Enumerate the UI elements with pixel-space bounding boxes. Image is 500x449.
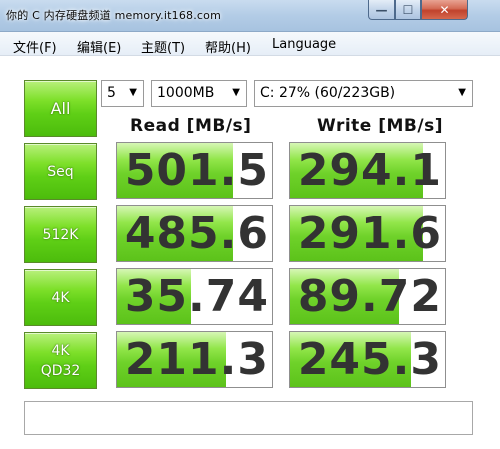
title-bar: 你的 C 内存硬盘频道 memory.it168.com — ☐ ✕: [0, 0, 500, 32]
drive-select[interactable]: C: 27% (60/223GB) ▼: [254, 80, 473, 107]
maximize-button[interactable]: ☐: [395, 0, 421, 20]
4k-read-cell: 35.74: [116, 268, 273, 325]
minimize-icon: —: [375, 2, 388, 17]
512k-read-cell: 485.6: [116, 205, 273, 262]
menu-file[interactable]: 文件(F): [13, 37, 57, 56]
4k-button-label: 4K: [51, 289, 70, 306]
all-button-label: All: [50, 98, 71, 118]
drive-value: C: 27% (60/223GB): [260, 85, 396, 101]
4k-write-cell: 89.72: [289, 268, 446, 325]
512k-write-cell: 291.6: [289, 205, 446, 262]
close-icon: ✕: [439, 2, 450, 17]
minimize-button[interactable]: —: [368, 0, 395, 20]
count-select[interactable]: 5 ▼: [101, 80, 144, 107]
4k-qd32-read-value: 211.3: [124, 334, 269, 385]
menu-help[interactable]: 帮助(H): [205, 37, 251, 56]
comment-field[interactable]: [24, 401, 473, 435]
seq-button[interactable]: Seq: [24, 143, 97, 200]
menu-bar: 文件(F) 编辑(E) 主题(T) 帮助(H) Language: [0, 32, 500, 56]
window-title: 你的 C 内存硬盘频道 memory.it168.com: [6, 9, 222, 22]
chevron-down-icon: ▼: [458, 87, 466, 98]
seq-write-cell: 294.1: [289, 142, 446, 199]
all-button[interactable]: All: [24, 80, 97, 137]
count-value: 5: [107, 85, 116, 101]
menu-language[interactable]: Language: [272, 37, 336, 52]
512k-button[interactable]: 512K: [24, 206, 97, 263]
chevron-down-icon: ▼: [129, 87, 137, 98]
seq-write-value: 294.1: [297, 145, 442, 196]
4k-qd32-write-cell: 245.3: [289, 331, 446, 388]
512k-write-value: 291.6: [297, 208, 442, 259]
maximize-icon: ☐: [402, 2, 414, 17]
write-header: Write [MB/s]: [317, 116, 443, 136]
4k-qd32-button[interactable]: 4K QD32: [24, 332, 97, 389]
4k-button[interactable]: 4K: [24, 269, 97, 326]
4k-read-value: 35.74: [124, 271, 269, 322]
menu-theme[interactable]: 主题(T): [141, 37, 185, 56]
4k-write-value: 89.72: [297, 271, 442, 322]
seq-read-cell: 501.5: [116, 142, 273, 199]
seq-button-label: Seq: [47, 163, 74, 180]
512k-read-value: 485.6: [124, 208, 269, 259]
4k-qd32-button-label: 4K QD32: [40, 342, 81, 379]
read-header: Read [MB/s]: [130, 116, 252, 136]
4k-qd32-write-value: 245.3: [297, 334, 442, 385]
seq-read-value: 501.5: [124, 145, 269, 196]
size-select[interactable]: 1000MB ▼: [151, 80, 247, 107]
chevron-down-icon: ▼: [232, 87, 240, 98]
512k-button-label: 512K: [42, 226, 79, 243]
menu-edit[interactable]: 编辑(E): [77, 37, 121, 56]
4k-qd32-read-cell: 211.3: [116, 331, 273, 388]
close-button[interactable]: ✕: [421, 0, 468, 20]
size-value: 1000MB: [157, 85, 215, 101]
